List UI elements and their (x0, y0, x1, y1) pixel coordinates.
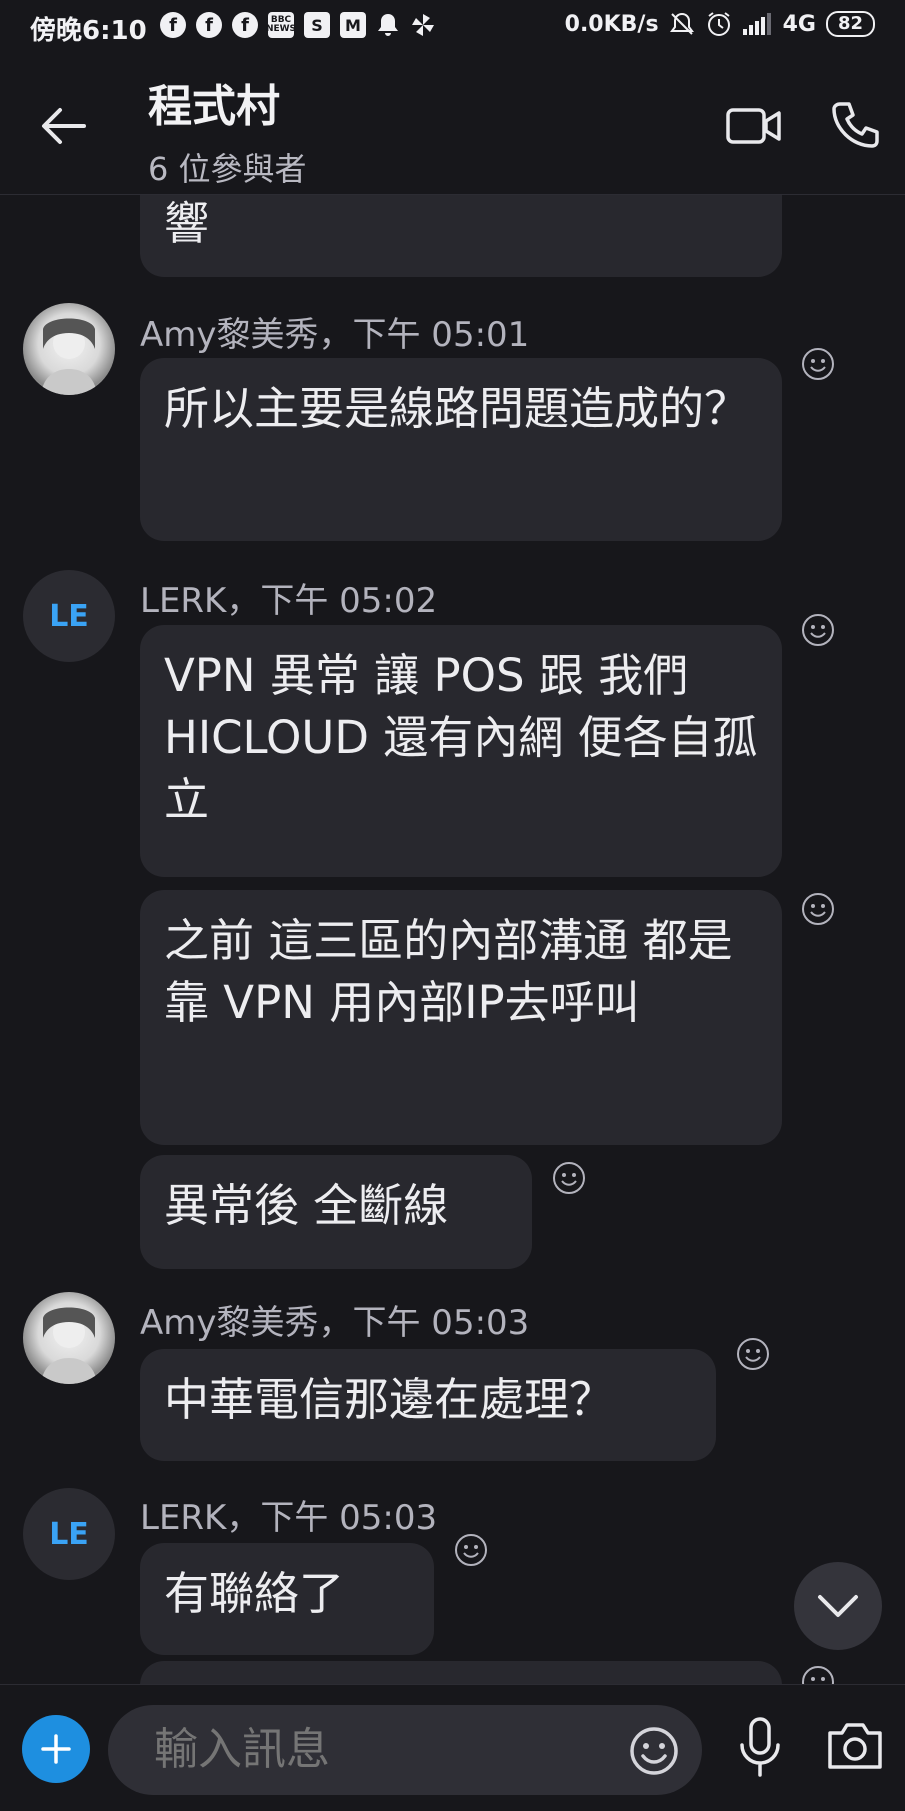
signal-icon (742, 13, 771, 35)
facebook-icon: f (196, 12, 222, 38)
alarm-icon (707, 12, 730, 36)
add-reaction-icon[interactable] (736, 1337, 770, 1371)
camera-icon[interactable] (826, 1721, 884, 1771)
add-reaction-icon[interactable] (454, 1533, 488, 1567)
chat-title[interactable]: 程式村 (148, 70, 280, 134)
message-text: 之前 這三區的內部溝通 都是靠 VPN 用內部IP去呼叫 (164, 914, 733, 1029)
avatar[interactable] (23, 303, 115, 395)
add-reaction-icon[interactable] (801, 892, 835, 926)
scroll-to-bottom-button[interactable] (794, 1562, 882, 1650)
network-speed: 0.0KB/s (564, 11, 659, 37)
emoji-icon[interactable] (628, 1725, 680, 1777)
sender-timestamp: Amy黎美秀，下午 05:01 (140, 315, 530, 355)
sender-timestamp: LERK，下午 05:02 (140, 581, 438, 621)
avatar[interactable] (23, 1292, 115, 1384)
add-attachment-button[interactable] (22, 1715, 90, 1783)
message-bubble[interactable]: 異常後 全斷線 (140, 1155, 532, 1269)
message-bubble[interactable]: 有聯絡了 (140, 1543, 434, 1655)
avatar[interactable]: LE (23, 570, 115, 662)
message-bubble[interactable]: VPN 異常 讓 POS 跟 我們 HICLOUD 還有內網 便各自孤立 (140, 625, 782, 877)
message-bubble[interactable]: 響 (140, 195, 782, 277)
sender-timestamp: LERK，下午 05:03 (140, 1498, 438, 1538)
bell-icon (378, 14, 398, 36)
message-text: 中華電信那邊在處理？ (164, 1373, 615, 1426)
plus-icon (41, 1734, 71, 1764)
status-bar: 傍晚6:10 f f f BBC NEWS S M 0.0KB/s 4G 82 (0, 0, 905, 56)
message-input[interactable] (152, 1723, 576, 1776)
participant-count[interactable]: 6 位參與者 (148, 144, 307, 190)
message-text: 響 (164, 197, 210, 250)
person-photo (41, 318, 97, 395)
facebook-icon: f (232, 12, 258, 38)
message-text: 有聯絡了 (164, 1567, 345, 1620)
microphone-icon[interactable] (736, 1715, 784, 1779)
video-call-icon[interactable] (726, 104, 782, 148)
add-reaction-icon[interactable] (801, 1665, 835, 1684)
avatar[interactable]: LE (23, 1488, 115, 1580)
chat-header: 程式村 6 位參與者 (0, 56, 905, 195)
message-bubble[interactable]: 中華電信那邊在處理？ (140, 1349, 716, 1461)
add-reaction-icon[interactable] (801, 347, 835, 381)
person-photo (41, 1307, 97, 1384)
bbc-news-icon: BBC NEWS (266, 12, 296, 38)
message-text: 異常後 全斷線 (164, 1179, 449, 1232)
message-list[interactable]: 響 Amy黎美秀，下午 05:01 所以主要是線路問題造成的？ LE LERK，… (0, 195, 905, 1684)
battery-indicator: 82 (825, 11, 875, 37)
message-bubble[interactable] (140, 1661, 782, 1684)
back-arrow-icon[interactable] (36, 98, 92, 154)
status-right: 0.0KB/s 4G 82 (565, 10, 875, 38)
pinwheel-icon (412, 14, 434, 36)
add-reaction-icon[interactable] (552, 1161, 586, 1195)
status-time: 傍晚6:10 (30, 16, 147, 46)
composer-bar (0, 1684, 905, 1811)
message-bubble[interactable]: 之前 這三區的內部溝通 都是靠 VPN 用內部IP去呼叫 (140, 890, 782, 1145)
facebook-icon: f (160, 12, 186, 38)
message-text: 所以主要是線路問題造成的？ (164, 382, 750, 435)
message-bubble[interactable]: 所以主要是線路問題造成的？ (140, 358, 782, 541)
notification-icons: f f f BBC NEWS S M (160, 12, 436, 38)
sender-timestamp: Amy黎美秀，下午 05:03 (140, 1303, 530, 1343)
message-input-container[interactable] (108, 1705, 702, 1795)
network-type: 4G (782, 11, 816, 37)
chevron-down-icon (818, 1595, 858, 1617)
shopee-icon: S (304, 12, 330, 38)
phone-call-icon[interactable] (830, 100, 880, 150)
add-reaction-icon[interactable] (801, 613, 835, 647)
gmail-icon: M (340, 12, 366, 38)
message-text: VPN 異常 讓 POS 跟 我們 HICLOUD 還有內網 便各自孤立 (164, 649, 758, 826)
mute-icon (669, 12, 694, 35)
